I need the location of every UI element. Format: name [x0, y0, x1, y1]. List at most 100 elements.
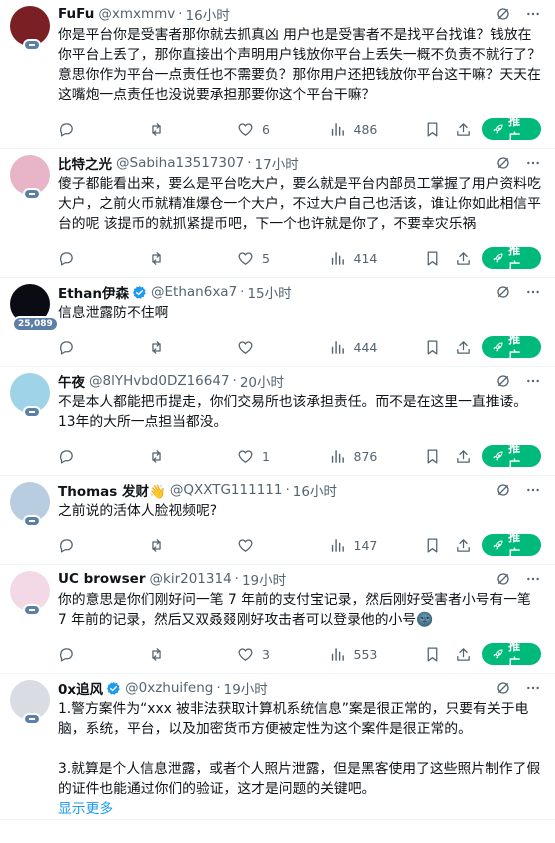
reply-button[interactable]: [58, 646, 148, 663]
views-button[interactable]: 876: [329, 448, 417, 465]
reply-tweet[interactable]: FuFu @xmxmmv · 16小时 你是平台你是受害者那你就去抓真凶 用户也…: [0, 0, 555, 149]
grok-icon[interactable]: [495, 284, 511, 300]
header-actions: [495, 373, 541, 389]
promote-button[interactable]: 推广: [482, 530, 541, 561]
grok-icon[interactable]: [495, 482, 511, 498]
promote-button[interactable]: 推广: [482, 639, 541, 670]
more-icon[interactable]: [525, 680, 541, 696]
like-button[interactable]: 5: [237, 250, 328, 267]
views-count: 876: [353, 448, 378, 464]
reply-tweet[interactable]: UC browser @kir201314 · 19小时 你的意思是你们刚好问一…: [0, 565, 555, 674]
timestamp[interactable]: 19小时: [242, 569, 286, 589]
tweet-text: 之前说的活体人脸视频呢?: [58, 503, 218, 519]
reply-tweet[interactable]: Thomas 发财👋 @QXXTG111111 · 16小时 之前说的活体人脸视…: [0, 476, 555, 565]
reply-button[interactable]: [58, 121, 148, 138]
display-name[interactable]: Thomas 发财👋: [58, 480, 166, 500]
like-icon: [237, 646, 254, 663]
share-icon[interactable]: [455, 646, 472, 663]
reply-button[interactable]: [58, 339, 148, 356]
timestamp[interactable]: 15小时: [247, 282, 291, 302]
reply-button[interactable]: [58, 537, 148, 554]
user-handle[interactable]: @kir201314: [150, 571, 232, 587]
bookmark-icon[interactable]: [424, 339, 441, 356]
reply-tweet[interactable]: 午夜 @8lYHvbd0DZ16647 · 20小时 不是本人都能把币提走，你们…: [0, 367, 555, 476]
timestamp[interactable]: 20小时: [240, 371, 284, 391]
tweet-header: 0x追风 @0xzhuifeng · 19小时: [58, 678, 541, 698]
share-icon[interactable]: [455, 448, 472, 465]
views-button[interactable]: 147: [329, 537, 417, 554]
user-handle[interactable]: @xmxmmv: [98, 6, 175, 22]
views-button[interactable]: 414: [329, 250, 417, 267]
promote-button[interactable]: 推广: [482, 243, 541, 274]
show-more-link[interactable]: 显示更多: [58, 799, 541, 819]
user-handle[interactable]: @8lYHvbd0DZ16647: [89, 373, 230, 389]
display-name[interactable]: 比特之光: [58, 153, 112, 173]
user-handle[interactable]: @0xzhuifeng: [125, 680, 213, 696]
timestamp[interactable]: 17小时: [255, 153, 299, 173]
verified-icon: [107, 681, 120, 695]
timestamp[interactable]: 16小时: [293, 480, 337, 500]
views-button[interactable]: 444: [329, 339, 417, 356]
retweet-button[interactable]: [148, 339, 238, 356]
timestamp[interactable]: 16小时: [186, 4, 230, 24]
reply-tweet[interactable]: 0x追风 @0xzhuifeng · 19小时 1.警方案件为“xxx 被非法获…: [0, 674, 555, 820]
like-button[interactable]: [237, 339, 328, 356]
views-count: 147: [353, 537, 378, 553]
bookmark-icon[interactable]: [424, 537, 441, 554]
bookmark-icon[interactable]: [424, 646, 441, 663]
views-icon: [329, 339, 346, 356]
reply-button[interactable]: [58, 448, 148, 465]
more-icon[interactable]: [525, 284, 541, 300]
timestamp[interactable]: 19小时: [224, 678, 268, 698]
retweet-button[interactable]: [148, 250, 238, 267]
retweet-button[interactable]: [148, 646, 238, 663]
retweet-button[interactable]: [148, 121, 238, 138]
display-name[interactable]: FuFu: [58, 6, 94, 22]
like-button[interactable]: 3: [237, 646, 328, 663]
reply-button[interactable]: [58, 250, 148, 267]
avatar-column: [8, 371, 58, 475]
display-name[interactable]: 午夜: [58, 371, 85, 391]
display-name[interactable]: UC browser: [58, 571, 146, 587]
like-button[interactable]: [237, 537, 328, 554]
more-icon[interactable]: [525, 571, 541, 587]
avatar-badge-icon: [23, 604, 41, 616]
bookmark-icon[interactable]: [424, 250, 441, 267]
user-handle[interactable]: @QXXTG111111: [170, 482, 283, 498]
display-name[interactable]: 0x追风: [58, 678, 103, 698]
share-icon[interactable]: [455, 250, 472, 267]
more-icon[interactable]: [525, 155, 541, 171]
promote-button[interactable]: 推广: [482, 332, 541, 363]
share-icon[interactable]: [455, 121, 472, 138]
bookmark-icon[interactable]: [424, 121, 441, 138]
grok-icon[interactable]: [495, 680, 511, 696]
like-count: 1: [262, 448, 270, 464]
promote-button[interactable]: 推广: [482, 114, 541, 145]
share-icon[interactable]: [455, 339, 472, 356]
grok-icon[interactable]: [495, 155, 511, 171]
grok-icon[interactable]: [495, 6, 511, 22]
bookmark-icon[interactable]: [424, 448, 441, 465]
reply-tweet[interactable]: 25,089 Ethan伊森 @Ethan6xa7 · 15小时 信息泄露防不住…: [0, 278, 555, 367]
retweet-button[interactable]: [148, 448, 238, 465]
views-button[interactable]: 486: [329, 121, 417, 138]
views-button[interactable]: 553: [329, 646, 417, 663]
like-button[interactable]: 6: [237, 121, 328, 138]
verified-slot: [129, 284, 147, 300]
user-handle[interactable]: @Sabiha13517307: [116, 155, 244, 171]
retweet-button[interactable]: [148, 537, 238, 554]
views-icon: [329, 537, 346, 554]
share-icon[interactable]: [455, 537, 472, 554]
more-icon[interactable]: [525, 6, 541, 22]
display-name[interactable]: Ethan伊森: [58, 282, 129, 302]
grok-icon[interactable]: [495, 373, 511, 389]
tweet-text: 不是本人都能把币提走，你们交易所也该承担责任。而不是在这里一直推诿。13年的大所…: [58, 394, 528, 430]
user-handle[interactable]: @Ethan6xa7: [151, 284, 237, 300]
more-icon[interactable]: [525, 482, 541, 498]
more-icon[interactable]: [525, 373, 541, 389]
grok-icon[interactable]: [495, 571, 511, 587]
promote-button[interactable]: 推广: [482, 441, 541, 472]
reply-tweet[interactable]: 比特之光 @Sabiha13517307 · 17小时 傻子都能看出来，要么是平…: [0, 149, 555, 278]
like-button[interactable]: 1: [237, 448, 328, 465]
reply-icon: [58, 448, 75, 465]
